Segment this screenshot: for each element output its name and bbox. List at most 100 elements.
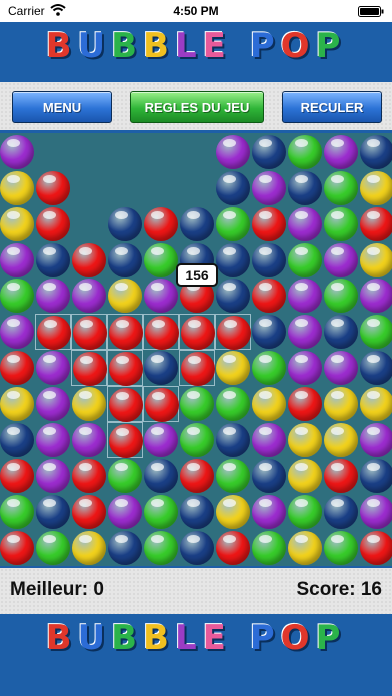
bubble[interactable] xyxy=(288,531,322,565)
board-cell[interactable] xyxy=(35,278,71,314)
board-cell[interactable] xyxy=(107,386,143,422)
bubble[interactable] xyxy=(72,243,106,277)
bubble[interactable] xyxy=(36,207,70,241)
board-cell[interactable] xyxy=(107,494,143,530)
bubble[interactable] xyxy=(216,207,250,241)
bubble[interactable] xyxy=(144,423,178,457)
board-cell[interactable] xyxy=(251,422,287,458)
board-cell[interactable] xyxy=(323,494,359,530)
board-cell[interactable] xyxy=(143,278,179,314)
bubble[interactable] xyxy=(36,495,70,529)
bubble[interactable] xyxy=(288,423,322,457)
board-cell[interactable] xyxy=(287,386,323,422)
bubble[interactable] xyxy=(288,135,322,169)
bubble[interactable] xyxy=(72,423,106,457)
bubble[interactable] xyxy=(288,171,322,205)
bubble[interactable] xyxy=(324,459,358,493)
bubble[interactable] xyxy=(288,495,322,529)
board-cell[interactable] xyxy=(215,530,251,566)
board-cell[interactable] xyxy=(71,278,107,314)
board-cell[interactable] xyxy=(35,494,71,530)
board-cell[interactable] xyxy=(251,170,287,206)
board-cell[interactable] xyxy=(287,278,323,314)
bubble[interactable] xyxy=(360,207,392,241)
board-cell[interactable] xyxy=(0,530,35,566)
bubble[interactable] xyxy=(252,243,286,277)
board-cell[interactable] xyxy=(0,422,35,458)
rules-button[interactable]: REGLES DU JEU xyxy=(130,91,264,123)
bubble[interactable] xyxy=(36,279,70,313)
board-cell[interactable] xyxy=(323,242,359,278)
board-cell[interactable] xyxy=(107,350,143,386)
board-cell[interactable] xyxy=(179,314,215,350)
board-cell[interactable] xyxy=(107,458,143,494)
board-cell[interactable] xyxy=(179,386,215,422)
bubble[interactable] xyxy=(252,387,286,421)
bubble[interactable] xyxy=(181,352,215,386)
board-cell[interactable] xyxy=(179,422,215,458)
bubble[interactable] xyxy=(36,387,70,421)
bubble[interactable] xyxy=(180,495,214,529)
bubble[interactable] xyxy=(36,459,70,493)
board-cell[interactable] xyxy=(35,170,71,206)
board-cell[interactable] xyxy=(323,386,359,422)
board-cell[interactable] xyxy=(0,206,35,242)
bubble[interactable] xyxy=(180,459,214,493)
board-cell[interactable] xyxy=(287,242,323,278)
bubble[interactable] xyxy=(0,531,34,565)
board-cell[interactable] xyxy=(71,494,107,530)
board-cell[interactable] xyxy=(179,206,215,242)
bubble[interactable] xyxy=(216,459,250,493)
bubble[interactable] xyxy=(324,207,358,241)
board-cell[interactable] xyxy=(323,278,359,314)
board-cell[interactable] xyxy=(323,170,359,206)
board-cell[interactable] xyxy=(0,350,35,386)
board-cell[interactable] xyxy=(107,314,143,350)
bubble[interactable] xyxy=(37,316,71,350)
bubble[interactable] xyxy=(252,495,286,529)
bubble[interactable] xyxy=(324,315,358,349)
bubble[interactable] xyxy=(217,316,251,350)
bubble[interactable] xyxy=(109,316,143,350)
bubble[interactable] xyxy=(360,315,392,349)
bubble[interactable] xyxy=(360,171,392,205)
board-cell[interactable] xyxy=(35,458,71,494)
board-cell[interactable] xyxy=(287,458,323,494)
bubble[interactable] xyxy=(145,316,179,350)
bubble[interactable] xyxy=(0,459,34,493)
board-cell[interactable] xyxy=(359,314,392,350)
board-cell[interactable] xyxy=(323,314,359,350)
board-cell[interactable] xyxy=(107,206,143,242)
bubble[interactable] xyxy=(216,531,250,565)
board-cell[interactable] xyxy=(251,530,287,566)
bubble[interactable] xyxy=(252,459,286,493)
bubble[interactable] xyxy=(108,531,142,565)
bubble[interactable] xyxy=(180,423,214,457)
bubble[interactable] xyxy=(36,351,70,385)
bubble[interactable] xyxy=(181,316,215,350)
board-cell[interactable] xyxy=(35,242,71,278)
bubble[interactable] xyxy=(72,459,106,493)
bubble[interactable] xyxy=(108,207,142,241)
board-cell[interactable] xyxy=(287,422,323,458)
board-cell[interactable] xyxy=(215,458,251,494)
board-cell[interactable] xyxy=(0,170,35,206)
game-board[interactable] xyxy=(0,133,392,566)
bubble[interactable] xyxy=(360,135,392,169)
board-cell[interactable] xyxy=(71,242,107,278)
bubble[interactable] xyxy=(180,387,214,421)
bubble[interactable] xyxy=(360,531,392,565)
board-cell[interactable] xyxy=(107,242,143,278)
board-cell[interactable] xyxy=(251,134,287,170)
board-cell[interactable] xyxy=(215,278,251,314)
bubble[interactable] xyxy=(324,135,358,169)
bubble[interactable] xyxy=(324,531,358,565)
board-cell[interactable] xyxy=(143,242,179,278)
bubble[interactable] xyxy=(73,352,107,386)
bubble[interactable] xyxy=(109,388,143,422)
board-cell[interactable] xyxy=(359,242,392,278)
board-cell[interactable] xyxy=(359,386,392,422)
bubble[interactable] xyxy=(252,423,286,457)
board-cell[interactable] xyxy=(215,350,251,386)
board-cell[interactable] xyxy=(215,170,251,206)
